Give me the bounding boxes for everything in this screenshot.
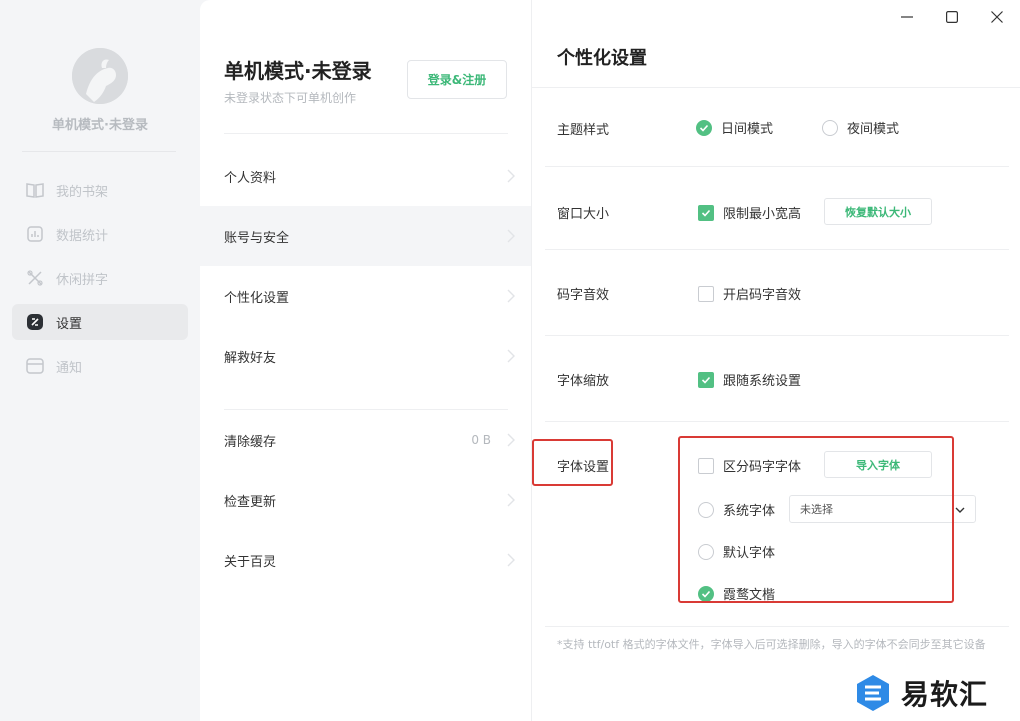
- menu-item-profile[interactable]: 个人资料: [200, 146, 531, 206]
- login-register-button[interactable]: 登录&注册: [407, 60, 507, 99]
- checkbox-checked-icon: [698, 204, 714, 221]
- limit-min-size-checkbox[interactable]: 限制最小宽高: [698, 203, 801, 222]
- menu-item-about[interactable]: 关于百灵: [200, 530, 531, 590]
- limit-min-size-label: 限制最小宽高: [723, 207, 802, 222]
- checkbox-unchecked-icon: [698, 285, 714, 302]
- chevron-right-icon: [507, 493, 515, 507]
- window-size-label: 窗口大小: [557, 207, 610, 222]
- typing-sound-label: 码字音效: [557, 288, 610, 303]
- settings-menu-panel: 单机模式·未登录 未登录状态下可单机创作 登录&注册 个人资料 账号与安全 个性…: [200, 0, 531, 721]
- minimize-button[interactable]: [896, 6, 918, 28]
- menu-item-rescue-friends[interactable]: 解救好友: [200, 326, 531, 386]
- theme-day-radio[interactable]: 日间模式: [696, 118, 773, 137]
- sidebar: 单机模式·未登录 我的书架 数据统计 休闲拼字 设置 通知: [0, 0, 200, 721]
- close-button[interactable]: [986, 6, 1008, 28]
- menu-item-label: 检查更新: [224, 494, 277, 510]
- maximize-icon: [946, 11, 958, 23]
- chevron-right-icon: [507, 289, 515, 303]
- chevron-right-icon: [507, 553, 515, 567]
- row-divider: [545, 626, 1009, 627]
- puzzle-icon: [26, 269, 44, 287]
- book-icon: [26, 181, 44, 199]
- follow-system-checkbox[interactable]: 跟随系统设置: [698, 370, 801, 389]
- sidebar-item-label: 休闲拼字: [56, 272, 109, 288]
- maximize-button[interactable]: [941, 6, 963, 28]
- sidebar-item-label: 数据统计: [56, 228, 109, 244]
- radio-checked-icon: [696, 119, 712, 136]
- mail-icon: [26, 357, 44, 375]
- font-footnote: *支持 ttf/otf 格式的字体文件，字体导入后可选择删除，导入的字体不会同步…: [557, 638, 986, 651]
- sidebar-item-puzzle[interactable]: 休闲拼字: [12, 260, 188, 296]
- sidebar-item-label: 我的书架: [56, 184, 109, 200]
- sidebar-item-label: 设置: [56, 316, 83, 332]
- menu-item-label: 个人资料: [224, 170, 277, 186]
- chevron-down-icon: [955, 507, 965, 513]
- menu-item-label: 解救好友: [224, 350, 277, 366]
- row-divider: [545, 421, 1009, 422]
- reset-window-size-button[interactable]: 恢复默认大小: [824, 198, 932, 225]
- avatar[interactable]: [72, 48, 128, 104]
- sidebar-divider: [22, 151, 176, 152]
- row-divider: [545, 335, 1009, 336]
- menu-item-personalization[interactable]: 个性化设置: [200, 266, 531, 326]
- sidebar-item-bookshelf[interactable]: 我的书架: [12, 172, 188, 208]
- checkbox-checked-icon: [698, 371, 714, 388]
- menu-item-label: 关于百灵: [224, 554, 277, 570]
- chevron-right-icon: [507, 169, 515, 183]
- close-icon: [991, 11, 1003, 23]
- settings-icon: [26, 313, 44, 331]
- menu-divider: [224, 133, 508, 134]
- typing-sound-enable-label: 开启码字音效: [723, 288, 802, 303]
- watermark-text: 易软汇: [901, 678, 989, 711]
- menu-item-label: 个性化设置: [224, 290, 290, 306]
- theme-day-label: 日间模式: [721, 122, 774, 137]
- theme-label: 主题样式: [557, 123, 610, 138]
- sidebar-user-name: 单机模式·未登录: [52, 118, 148, 133]
- highlight-box-font-options: [678, 436, 954, 603]
- sidebar-item-stats[interactable]: 数据统计: [12, 216, 188, 252]
- avatar-bird-icon: [72, 48, 128, 104]
- personalization-title: 个性化设置: [557, 48, 647, 69]
- chevron-right-icon: [507, 433, 515, 447]
- sidebar-item-notifications[interactable]: 通知: [12, 348, 188, 384]
- menu-item-account-security[interactable]: 账号与安全: [200, 206, 531, 266]
- menu-item-label: 清除缓存: [224, 434, 277, 450]
- chevron-right-icon: [507, 229, 515, 243]
- personalization-panel: 个性化设置 主题样式 日间模式 夜间模式 窗口大小 限制最小宽高 恢复默认大小 …: [531, 0, 1020, 721]
- radio-unchecked-icon: [822, 119, 838, 136]
- watermark-logo: 易软汇: [853, 673, 988, 713]
- menu-item-check-updates[interactable]: 检查更新: [200, 470, 531, 530]
- menu-item-label: 账号与安全: [224, 230, 290, 246]
- highlight-box-font-label: [532, 439, 613, 486]
- sidebar-item-label: 通知: [56, 360, 83, 376]
- typing-sound-checkbox[interactable]: 开启码字音效: [698, 284, 801, 303]
- chevron-right-icon: [507, 349, 515, 363]
- account-title: 单机模式·未登录: [224, 59, 372, 83]
- theme-night-label: 夜间模式: [847, 122, 900, 137]
- row-divider: [545, 249, 1009, 250]
- stats-icon: [26, 225, 44, 243]
- theme-night-radio[interactable]: 夜间模式: [822, 118, 899, 137]
- font-scale-label: 字体缩放: [557, 374, 610, 389]
- minimize-icon: [901, 16, 913, 18]
- row-divider: [545, 166, 1009, 167]
- watermark-hexagon-icon: [857, 675, 889, 711]
- sidebar-item-settings[interactable]: 设置: [12, 304, 188, 340]
- cache-size-value: 0 B: [471, 433, 491, 447]
- menu-item-clear-cache[interactable]: 清除缓存 0 B: [200, 410, 531, 470]
- header-divider: [532, 87, 1020, 88]
- follow-system-label: 跟随系统设置: [723, 374, 802, 389]
- account-subtitle: 未登录状态下可单机创作: [224, 91, 357, 105]
